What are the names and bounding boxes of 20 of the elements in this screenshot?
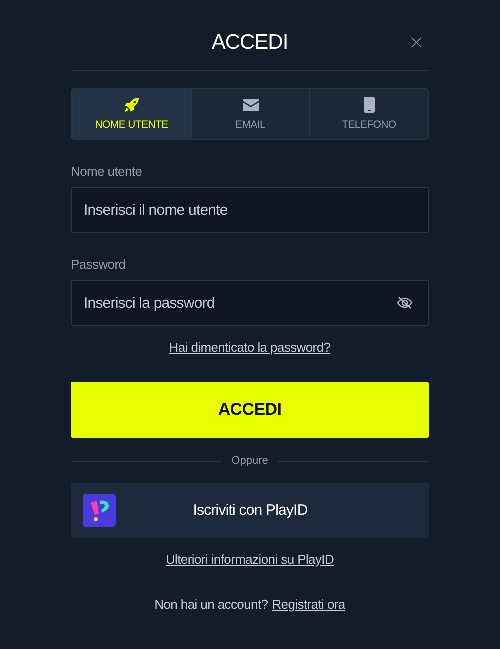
forgot-password-link[interactable]: Hai dimenticato la password? bbox=[169, 340, 331, 355]
playid-button[interactable]: Iscriviti con PlayID bbox=[71, 483, 429, 538]
field-label: Password bbox=[71, 257, 127, 272]
rocket-icon bbox=[124, 97, 140, 113]
playid-info-link[interactable]: Ulteriori informazioni su PlayID bbox=[166, 552, 334, 567]
login-button[interactable]: ACCEDI bbox=[71, 382, 429, 438]
login-tab[interactable]: NOME UTENTE bbox=[72, 89, 191, 139]
dialog-title: ACCEDI bbox=[212, 30, 288, 56]
envelope-icon bbox=[242, 99, 258, 111]
field-label: Nome utente bbox=[71, 164, 144, 179]
username-field[interactable]: Inserisci il nome utente bbox=[71, 187, 429, 233]
login-tab[interactable]: EMAIL bbox=[190, 89, 310, 139]
playid-logo-icon bbox=[83, 494, 116, 527]
divider-label: Oppure bbox=[232, 455, 268, 467]
login-tab[interactable]: TELEFONO bbox=[309, 89, 428, 139]
no-account-text: Non hai un account? bbox=[154, 597, 268, 612]
hidden-eye-icon[interactable] bbox=[397, 297, 413, 309]
password-field[interactable]: Inserisci la password bbox=[71, 280, 429, 326]
phone-icon bbox=[364, 97, 375, 113]
register-link[interactable]: Registrati ora bbox=[272, 597, 346, 612]
